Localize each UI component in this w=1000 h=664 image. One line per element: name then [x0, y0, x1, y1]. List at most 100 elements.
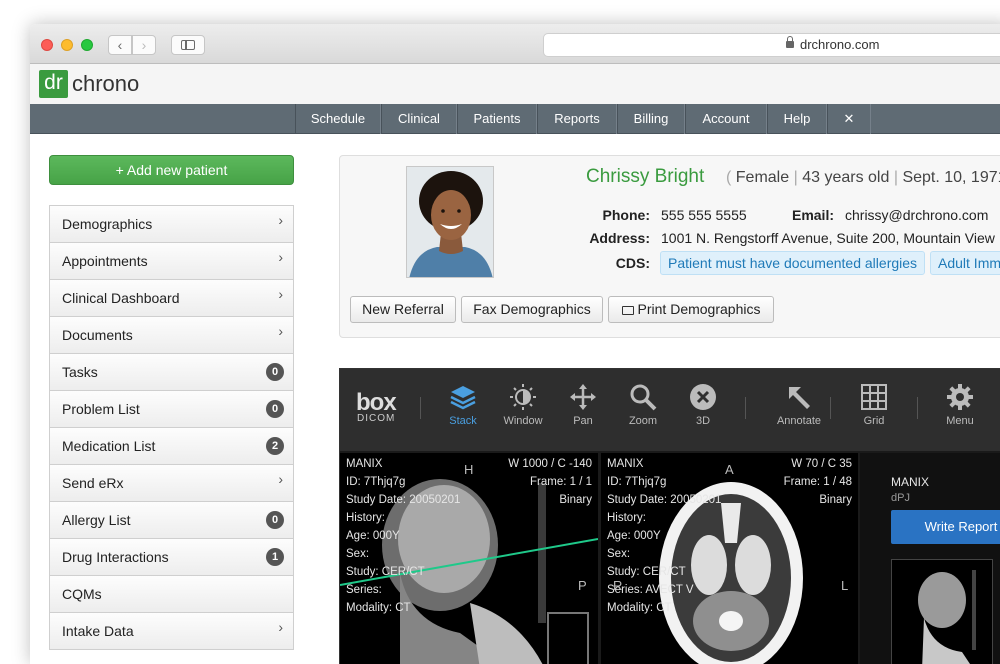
sidebar-item-allergy-list[interactable]: Allergy List 0	[50, 502, 293, 539]
count-badge: 0	[266, 400, 284, 418]
sidebar-item-medication-list[interactable]: Medication List 2	[50, 428, 293, 465]
pane2-study: Study: CER/CT	[607, 566, 686, 578]
nav-clinical[interactable]: Clinical	[381, 104, 457, 134]
tool-label: Grid	[863, 415, 885, 427]
pane1-frame: Frame: 1 / 1	[530, 476, 592, 488]
pane2-orient-top: A	[725, 462, 734, 477]
count-badge: 0	[266, 363, 284, 381]
tool-pan[interactable]: Pan	[558, 383, 608, 427]
nav-billing[interactable]: Billing	[617, 104, 685, 134]
sidebar-item-label: Medication List	[62, 438, 156, 454]
close-window-button[interactable]	[41, 39, 53, 51]
viewport-1[interactable]: MANIX ID: 7Thjq7g Study Date: 20050201 H…	[340, 453, 598, 664]
email-label: Email:	[791, 207, 834, 223]
main-nav: Schedule Clinical Patients Reports Billi…	[30, 104, 1000, 134]
nav-account[interactable]: Account	[685, 104, 767, 134]
sidebar-item-clinical-dashboard[interactable]: Clinical Dashboard ›	[50, 280, 293, 317]
forward-button[interactable]: ›	[132, 35, 156, 55]
tool-stack[interactable]: Stack	[438, 383, 488, 427]
back-button[interactable]: ‹	[108, 35, 132, 55]
tool-3d[interactable]: 3D	[678, 383, 728, 427]
series-thumbnail[interactable]	[891, 559, 993, 664]
arrow-icon	[789, 387, 810, 409]
printer-icon	[621, 306, 634, 315]
zoom-window-button[interactable]	[81, 39, 93, 51]
patient-phone: 555 555 5555	[661, 207, 747, 223]
sidebar-item-problem-list[interactable]: Problem List 0	[50, 391, 293, 428]
cds-alert-allergies[interactable]: Patient must have documented allergies	[660, 251, 926, 275]
patient-sidebar: Demographics › Appointments › Clinical Das…	[49, 205, 294, 650]
patient-age: 43 years old	[802, 169, 890, 186]
series-panel: MANIX dPJ Write Report	[860, 453, 1000, 664]
app-header: dr chrono	[30, 64, 1000, 104]
pane1-series: Series:	[346, 584, 382, 596]
sidebar-item-documents[interactable]: Documents ›	[50, 317, 293, 354]
toolbar-divider	[830, 397, 831, 419]
sidebar-item-demographics[interactable]: Demographics ›	[50, 206, 293, 243]
count-badge: 2	[266, 437, 284, 455]
tool-menu[interactable]: Menu	[935, 383, 985, 427]
sidebar-icon	[181, 40, 195, 50]
nav-schedule[interactable]: Schedule	[295, 104, 381, 134]
tool-window[interactable]: Window	[498, 383, 548, 427]
pan-arrows-icon	[570, 384, 596, 410]
patient-email[interactable]: chrissy@drchrono.com	[845, 207, 988, 223]
sidebar-item-label: Demographics	[62, 216, 153, 232]
pane2-frame: Frame: 1 / 48	[783, 476, 852, 488]
sidebar-toggle-button[interactable]	[171, 35, 205, 55]
patient-address: 1001 N. Rengstorff Avenue, Suite 200, Mo…	[661, 230, 995, 246]
chevron-right-icon: ›	[141, 37, 147, 53]
logo-mark[interactable]: dr	[39, 70, 68, 98]
sidebar-item-label: Clinical Dashboard	[62, 290, 180, 306]
series-study-sub: dPJ	[891, 492, 910, 504]
ct-thumbnail-image	[892, 560, 992, 664]
patient-name[interactable]: Chrissy Bright	[586, 166, 704, 188]
nav-patients[interactable]: Patients	[457, 104, 537, 134]
chevron-right-icon: ›	[278, 212, 283, 228]
minimize-window-button[interactable]	[61, 39, 73, 51]
toolbar-divider	[745, 397, 746, 419]
sidebar-item-tasks[interactable]: Tasks 0	[50, 354, 293, 391]
chevron-left-icon: ‹	[117, 37, 123, 53]
tool-label: 3D	[695, 415, 711, 427]
sidebar-item-drug-interactions[interactable]: Drug Interactions 1	[50, 539, 293, 576]
phone-label: Phone:	[602, 207, 650, 223]
meta-separator: |	[793, 169, 798, 186]
pane1-overlay-left: MANIX ID: 7Thjq7g Study Date: 20050201 H…	[346, 455, 460, 617]
sidebar-item-appointments[interactable]: Appointments ›	[50, 243, 293, 280]
lock-icon	[786, 36, 794, 48]
nav-help[interactable]: Help	[767, 104, 827, 134]
sidebar-item-label: Allergy List	[62, 512, 131, 528]
pane1-name: MANIX	[346, 458, 383, 470]
count-badge: 0	[266, 511, 284, 529]
tool-annotate[interactable]: Annotate	[764, 383, 834, 427]
nav-close-icon[interactable]: ✕	[827, 104, 871, 134]
cds-alert-immunization[interactable]: Adult Immunization	[930, 251, 1000, 275]
tool-label: Zoom	[628, 415, 658, 427]
print-demographics-button[interactable]: Print Demographics	[608, 296, 774, 323]
nav-reports[interactable]: Reports	[537, 104, 617, 134]
sidebar-item-intake-data[interactable]: Intake Data ›	[50, 613, 293, 650]
print-demographics-label: Print Demographics	[637, 301, 761, 317]
sidebar-item-cqms[interactable]: CQMs	[50, 576, 293, 613]
sidebar-item-send-erx[interactable]: Send eRx ›	[50, 465, 293, 502]
logo-text[interactable]: chrono	[72, 70, 139, 98]
write-report-button[interactable]: Write Report	[891, 510, 1000, 544]
viewport-2[interactable]: MANIX ID: 7Thjq7g Study Date: 20050201 H…	[601, 453, 858, 664]
tool-grid[interactable]: Grid	[849, 383, 899, 427]
pane2-orient-left: R	[613, 578, 623, 593]
pane2-overlay-right: W 70 / C 35 Frame: 1 / 48 Binary	[784, 455, 852, 509]
chevron-right-icon: ›	[278, 471, 283, 487]
pane2-study-date: Study Date: 20050201	[607, 494, 722, 506]
address-label: Address:	[589, 230, 650, 246]
fax-demographics-button[interactable]: Fax Demographics	[461, 296, 603, 323]
pane2-binary: Binary	[819, 494, 852, 506]
sidebar-item-label: Problem List	[62, 401, 140, 417]
address-bar[interactable]: drchrono.com	[543, 33, 1000, 57]
tool-zoom[interactable]: Zoom	[618, 383, 668, 427]
sidebar-item-label: Appointments	[62, 253, 148, 269]
patient-portrait-icon	[407, 167, 493, 277]
add-new-patient-button[interactable]: + Add new patient	[49, 155, 294, 185]
sidebar-item-label: Documents	[62, 327, 133, 343]
new-referral-button[interactable]: New Referral	[350, 296, 456, 323]
